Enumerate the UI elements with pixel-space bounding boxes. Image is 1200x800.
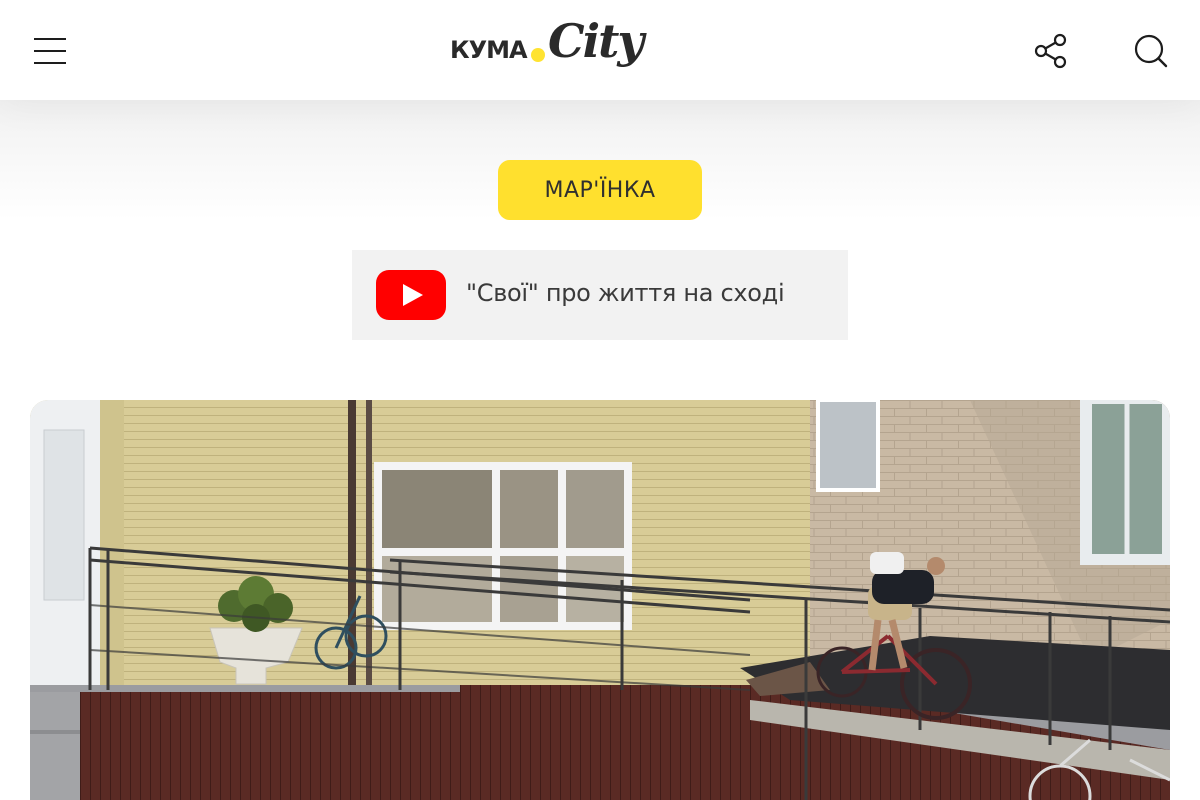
share-icon[interactable] bbox=[1032, 32, 1070, 70]
youtube-channel-link[interactable]: "Свої" про життя на сході bbox=[352, 250, 848, 340]
search-icon[interactable] bbox=[1132, 32, 1170, 70]
category-tag[interactable]: МАР'ЇНКА bbox=[498, 160, 702, 220]
article-hero-image bbox=[30, 400, 1170, 800]
logo-prefix-text: КУМА bbox=[450, 36, 528, 64]
logo-script-text: City bbox=[548, 14, 644, 68]
site-header: КУМА City bbox=[0, 0, 1200, 100]
youtube-link-label: "Свої" про життя на сході bbox=[466, 279, 785, 307]
logo-dot bbox=[531, 48, 545, 62]
site-logo[interactable]: КУМА City bbox=[450, 14, 660, 86]
hamburger-menu-icon[interactable] bbox=[30, 30, 70, 70]
youtube-icon bbox=[376, 270, 446, 320]
